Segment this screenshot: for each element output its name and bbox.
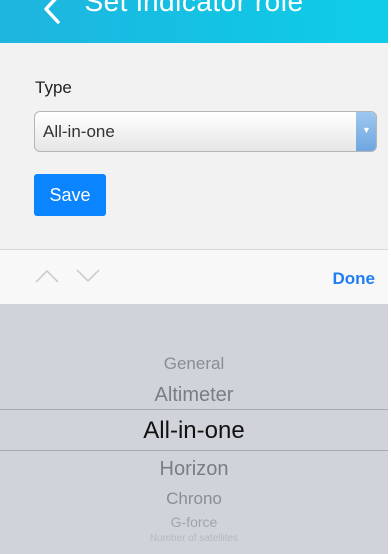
picker-option-general[interactable]: General xyxy=(0,354,388,374)
type-label: Type xyxy=(35,78,72,97)
type-select[interactable]: All-in-one ▼ xyxy=(34,111,377,152)
picker-option-horizon[interactable]: Horizon xyxy=(0,458,388,481)
select-arrow[interactable]: ▼ xyxy=(356,112,376,151)
type-picker-wheel[interactable]: General Altimeter All-in-one Horizon Chr… xyxy=(0,304,388,554)
type-form: Type All-in-one ▼ Save xyxy=(0,43,388,249)
dropdown-arrow-icon: ▼ xyxy=(362,125,371,135)
chevron-down-icon[interactable] xyxy=(75,266,101,286)
picker-option-chrono[interactable]: Chrono xyxy=(0,489,388,509)
save-button[interactable]: Save xyxy=(34,174,106,216)
picker-option-g-force[interactable]: G-force xyxy=(0,514,388,530)
page-title: Set indicator role xyxy=(84,0,304,17)
picker-option-all-in-one[interactable]: All-in-one xyxy=(0,417,388,445)
chevron-up-icon[interactable] xyxy=(34,266,60,286)
done-button[interactable]: Done xyxy=(333,269,376,289)
type-select-value: All-in-one xyxy=(43,122,115,141)
picker-toolbar: Done xyxy=(0,249,388,304)
app-screen: Set indicator role Type All-in-one ▼ Sav… xyxy=(0,0,388,554)
picker-option-altimeter[interactable]: Altimeter xyxy=(0,384,388,407)
picker-option-satellites[interactable]: Number of satellites xyxy=(0,533,388,544)
header-bar: Set indicator role xyxy=(0,0,388,43)
